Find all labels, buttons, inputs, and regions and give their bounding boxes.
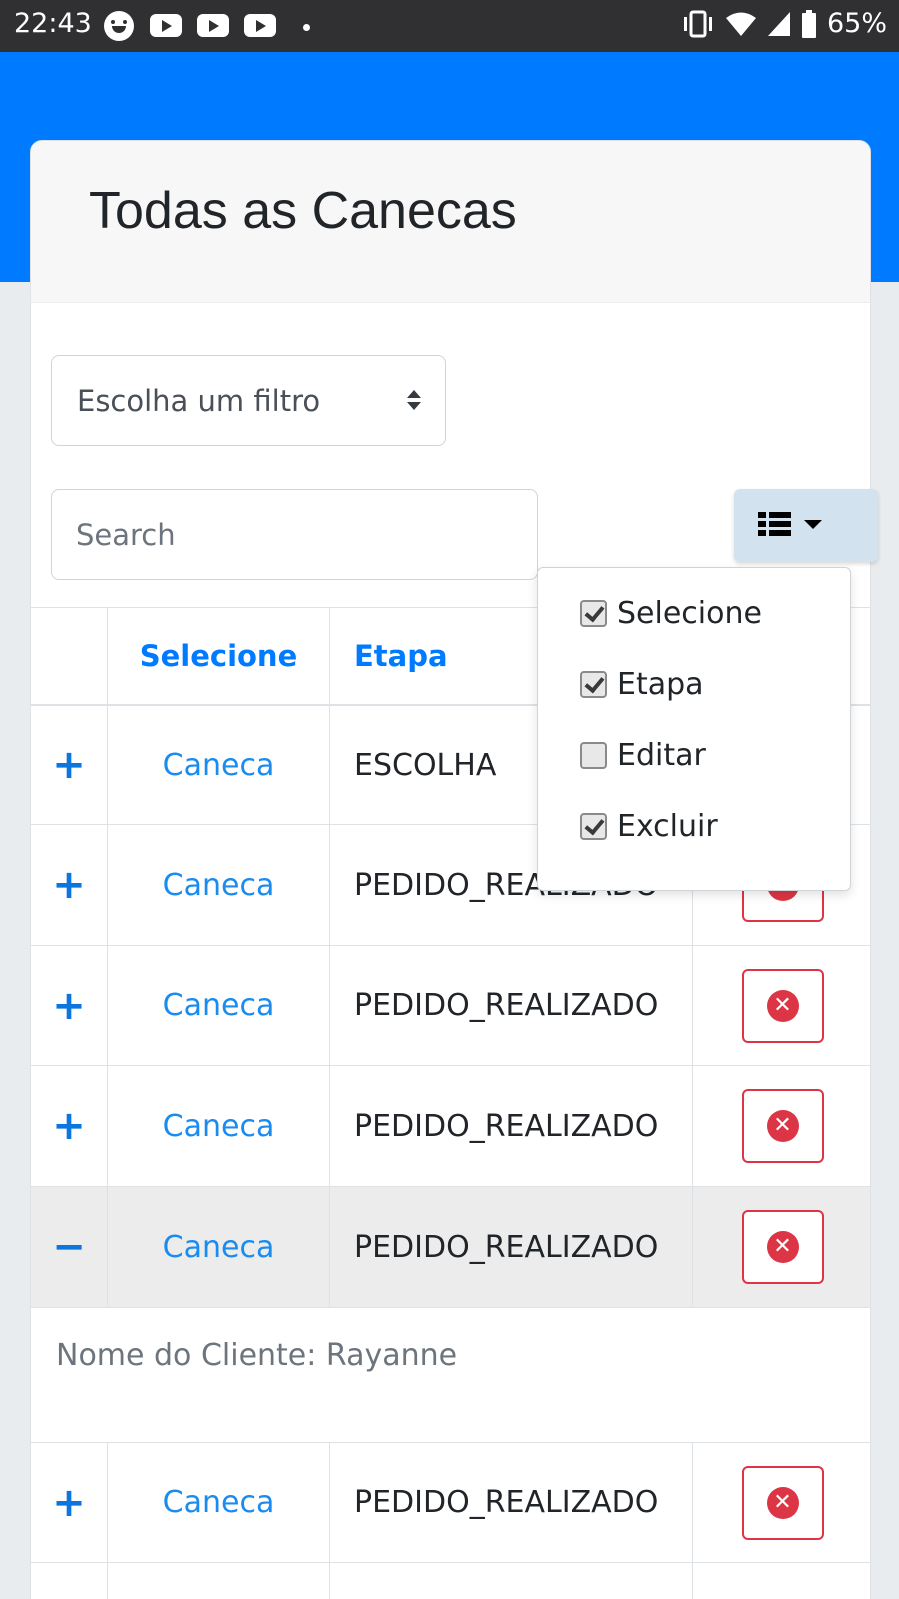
column-option-stage[interactable]: Etapa [580, 667, 704, 702]
stage-value: PEDIDO_REALIZADO [354, 1108, 659, 1144]
delete-button[interactable]: ✕ [741, 1210, 824, 1284]
column-option-edit[interactable]: Editar [580, 738, 706, 773]
stage-value: PEDIDO_REALIZADO [354, 988, 659, 1023]
close-circle-icon: ✕ [766, 1110, 799, 1142]
stage-value: PEDIDO_REALIZADO [354, 1229, 659, 1265]
filter-select[interactable]: Escolha um filtro [51, 355, 446, 446]
column-option-label: Etapa [617, 667, 704, 702]
delete-button[interactable]: ✕ [741, 1465, 824, 1540]
expand-row-button[interactable]: + [52, 1103, 86, 1149]
mug-link[interactable]: Caneca [163, 1485, 275, 1520]
expand-row-button[interactable]: + [52, 1480, 86, 1526]
mug-link[interactable]: Caneca [163, 868, 275, 903]
youtube-notification-icon [197, 14, 229, 37]
youtube-notification-icon [244, 14, 276, 37]
battery-icon [801, 9, 816, 38]
delete-button[interactable]: ✕ [741, 968, 824, 1043]
status-bar: 22:43 65% [0, 0, 899, 52]
column-header-select-label: Selecione [139, 639, 298, 673]
checkbox-select[interactable] [580, 600, 607, 627]
column-option-delete[interactable]: Excluir [580, 809, 718, 844]
columns-toggle-button[interactable] [734, 489, 878, 562]
header-toggle-cell [31, 608, 107, 704]
table-row: + Caneca PEDIDO_REALIZADO ✕ [31, 1065, 870, 1186]
status-time: 22:43 [14, 8, 92, 39]
expand-row-button[interactable]: + [52, 983, 86, 1029]
delete-button[interactable]: ✕ [741, 1089, 824, 1163]
column-option-label: Editar [617, 738, 706, 773]
row-detail: Nome do Cliente: Rayanne [31, 1307, 870, 1442]
page-title: Todas as Canecas [89, 182, 517, 240]
stage-value: ESCOLHA [354, 747, 497, 783]
mug-link[interactable]: Caneca [163, 988, 275, 1023]
close-circle-icon: ✕ [766, 989, 799, 1022]
mug-link[interactable]: Caneca [163, 1230, 275, 1265]
column-header-stage-label: Etapa [354, 639, 448, 673]
battery-percent: 65% [826, 8, 887, 39]
checkbox-edit[interactable] [580, 742, 607, 769]
column-option-label: Selecione [617, 596, 762, 631]
stage-value: PEDIDO_REALIZADO [354, 1485, 659, 1520]
youtube-notification-icon [150, 14, 182, 37]
columns-dropdown-menu: Selecione Etapa Editar Excluir [537, 567, 851, 891]
cell-signal-icon [767, 11, 790, 36]
close-circle-icon: ✕ [766, 1231, 799, 1263]
table-row-expanded: − Caneca PEDIDO_REALIZADO ✕ [31, 1186, 870, 1307]
select-arrows-icon [407, 390, 421, 412]
table-row: + Caneca PEDIDO_REALIZADO ✕ [31, 945, 870, 1065]
column-option-select[interactable]: Selecione [580, 596, 762, 631]
mug-link[interactable]: Caneca [163, 1109, 275, 1144]
expand-row-button[interactable]: + [52, 742, 86, 788]
list-icon [758, 512, 822, 536]
close-circle-icon: ✕ [766, 1486, 799, 1519]
search-input[interactable] [51, 489, 538, 580]
checkbox-stage[interactable] [580, 671, 607, 698]
wifi-icon [725, 12, 756, 36]
filter-select-value: Escolha um filtro [77, 384, 321, 418]
smiley-notification-icon [104, 11, 134, 41]
mug-link[interactable]: Caneca [163, 748, 275, 783]
collapse-row-button[interactable]: − [52, 1224, 86, 1270]
table-row: + Caneca PEDIDO_REALIZADO ✕ [31, 1442, 870, 1562]
card-header: Todas as Canecas [31, 141, 870, 303]
table-row [31, 1562, 870, 1599]
column-option-label: Excluir [617, 809, 718, 844]
vibrate-icon [683, 10, 712, 37]
column-header-select[interactable]: Selecione [107, 608, 329, 704]
more-notifications-dot-icon [303, 24, 310, 31]
expand-row-button[interactable]: + [52, 862, 86, 908]
customer-name: Nome do Cliente: Rayanne [56, 1338, 458, 1373]
checkbox-delete[interactable] [580, 813, 607, 840]
